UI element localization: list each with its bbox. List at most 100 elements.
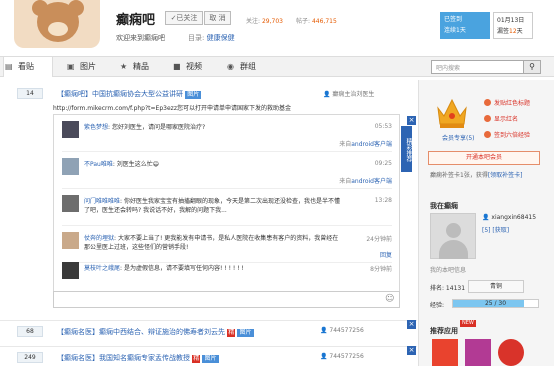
thread-author[interactable]: 👤 744577256: [320, 327, 364, 334]
new-badge: NEW: [460, 320, 476, 327]
comment-text: 不Pau唯唯: 刘医生这么忙😄: [84, 161, 160, 168]
avatar[interactable]: [62, 195, 79, 212]
user-icon: 👤: [482, 214, 490, 221]
exp-value: 25 / 30: [484, 300, 507, 307]
comment-item: 仗奔的埋狱: 大家不要上当了! 更我能发有申请书，是私人医院在收集患有客户的资料…: [62, 232, 392, 263]
reply-link[interactable]: 回复: [380, 250, 392, 259]
comment-source: 来自android客户端: [339, 178, 392, 185]
comment-source: 来自android客户端: [339, 141, 392, 148]
avatar[interactable]: [62, 232, 79, 249]
exp-progress-bar: 25 / 30: [452, 299, 539, 308]
user-level[interactable]: [5] [获取]: [482, 225, 509, 234]
group-icon: ◉: [227, 62, 234, 71]
signin-date-label: 01月13日: [497, 17, 525, 24]
user-avatar[interactable]: [430, 213, 476, 259]
followers-stat: 关注: 29,703: [246, 18, 283, 25]
comment-text: 问门唯唯唯唯: 你好医生我家宝宝有抽搐翻眼的现象，今天是第二次出现还没检查，我也…: [84, 198, 340, 214]
join-membership-button[interactable]: 开通本吧会员: [428, 151, 540, 165]
comment-time: 8分钟前: [370, 266, 392, 273]
forum-search-input[interactable]: 吧内搜索: [431, 60, 524, 74]
my-forum-info-link[interactable]: 我的本吧信息: [430, 265, 466, 274]
username[interactable]: 👤 xiangxin68415: [482, 214, 536, 221]
missed-days: 漏签12天: [497, 28, 523, 35]
signin-label: 已签到: [444, 16, 463, 23]
image-icon: ▣: [67, 62, 75, 71]
avatar[interactable]: [62, 121, 79, 138]
tab-featured[interactable]: ★ 精品: [119, 57, 161, 76]
thread-row[interactable]: 249 【癫痫名医】我国知名癫痫专家孟传战教授 精 图片 👤 744577256: [0, 346, 417, 368]
recommend-tag[interactable]: 精彩推荐: [401, 126, 412, 172]
tab-images[interactable]: ▣ 图片: [66, 57, 108, 76]
thread-row[interactable]: 68 【癫痫名医】癫痫中西结合、辩证施治的佛寿者刘云先 精 图片 👤 74457…: [0, 320, 417, 342]
my-info-heading: 我在癫痫: [430, 202, 458, 210]
video-icon: ■: [173, 62, 181, 71]
comment-text: 莫枝叶之峨尾: 是为虚假信息，请不要填写任何内容! ! ! ! ! !: [84, 265, 244, 272]
document-icon: ▤: [5, 62, 13, 71]
unfollow-button[interactable]: 取 消: [204, 11, 231, 25]
red-title-icon: [484, 99, 491, 106]
welcome-text: 欢迎来到癫痫吧: [116, 34, 165, 42]
thread-title[interactable]: 【癫痫名医】我国知名癫痫专家孟传战教授 精 图片: [57, 353, 219, 363]
rank-title-button[interactable]: 青铜: [468, 280, 524, 293]
tab-posts[interactable]: ▤ 看贴: [3, 57, 53, 77]
tab-videos[interactable]: ■ 视频: [172, 57, 214, 76]
member-perks-label[interactable]: 会员专享(5): [442, 133, 475, 142]
avatar[interactable]: [62, 262, 79, 279]
comment-user[interactable]: 紫色梦想: [84, 124, 108, 131]
followed-button[interactable]: ✓已关注: [165, 11, 203, 25]
bear-muzzle-icon: [48, 22, 68, 36]
thread-author[interactable]: 👤 744577256: [320, 353, 364, 360]
exp-icon: [484, 131, 491, 138]
search-button[interactable]: ⚲: [523, 60, 541, 74]
thread-author[interactable]: 👤 癫痫主治刘医生: [323, 89, 374, 98]
avatar[interactable]: [62, 158, 79, 175]
signin-date: 01月13日 漏签12天: [493, 12, 533, 39]
thread-title[interactable]: 【癫痫名医】癫痫中西结合、辩证施治的佛寿者刘云先 精 图片: [57, 327, 254, 337]
thread-abstract[interactable]: http://form.mikecrm.com/f.php?t=Ep3ezz您可…: [53, 103, 291, 112]
makeup-card-notice: 癫痫补签卡1张，获得[领取补签卡]: [430, 172, 523, 179]
comment-item: 紫色梦想: 您好刘医生，请问是哪家医院治疗? 05:53 来自android客户…: [62, 121, 392, 152]
divider: [62, 188, 392, 189]
close-icon[interactable]: ×: [407, 346, 416, 355]
featured-badge: 精: [227, 329, 236, 337]
reply-count: 249: [17, 352, 43, 363]
comment-item: 问门唯唯唯唯: 你好医生我家宝宝有抽搐翻眼的现象，今天是第二次出现还没检查，我也…: [62, 195, 392, 226]
comment-user[interactable]: 莫枝叶之峨尾: [84, 265, 120, 272]
user-rank: 排名: 14131: [430, 285, 466, 292]
reply-count: 14: [17, 88, 43, 99]
comment-user[interactable]: 问门唯唯唯唯: [84, 198, 120, 205]
emoji-icon[interactable]: ☺: [385, 294, 394, 304]
app-icon[interactable]: [498, 339, 524, 366]
search-icon: ⚲: [529, 62, 535, 71]
forum-title: 癫痫吧: [116, 13, 156, 28]
claim-card-link[interactable]: [领取补签卡]: [488, 172, 523, 179]
star-icon: ★: [120, 62, 128, 71]
tab-groups[interactable]: ◉ 群组: [226, 57, 268, 76]
comment-time: 13:28: [374, 197, 392, 204]
perk-red-title: 发贴红色标题: [484, 98, 530, 107]
crown-icon: [437, 98, 467, 128]
user-icon: 👤: [320, 353, 328, 360]
comment-text: 仗奔的埋狱: 大家不要上当了! 更我能发有申请书，是私人医院在收集患有客户的资料…: [84, 235, 339, 251]
image-tag: 图片: [185, 91, 202, 99]
comment-user[interactable]: 不Pau唯唯: [84, 161, 113, 168]
red-name-icon: [484, 115, 491, 122]
image-tag: 图片: [202, 355, 219, 363]
category-info: 目录: 健康保健: [188, 34, 235, 42]
featured-badge: 精: [192, 355, 201, 363]
reply-count: 68: [17, 326, 43, 337]
app-icon[interactable]: [432, 339, 458, 366]
app-icon[interactable]: [465, 339, 491, 366]
thread-title[interactable]: 【癫痫吧】中国抗癫痫协会大型公益讲研 图片: [57, 89, 202, 99]
signin-status[interactable]: 已签到 连续1天: [440, 12, 490, 39]
close-icon[interactable]: ×: [407, 116, 416, 125]
comment-user[interactable]: 仗奔的埋狱: [84, 235, 114, 242]
category-link[interactable]: 健康保健: [207, 34, 235, 42]
comment-time: 05:53: [374, 123, 392, 130]
comment-item: 莫枝叶之峨尾: 是为虚假信息，请不要填写任何内容! ! ! ! ! ! 8分钟前: [62, 262, 392, 288]
close-icon[interactable]: ×: [407, 320, 416, 329]
reply-input[interactable]: [53, 291, 400, 308]
posts-stat: 帖子: 446,715: [296, 18, 337, 25]
avatar-body-icon: [439, 240, 468, 259]
user-icon: 👤: [323, 91, 331, 98]
